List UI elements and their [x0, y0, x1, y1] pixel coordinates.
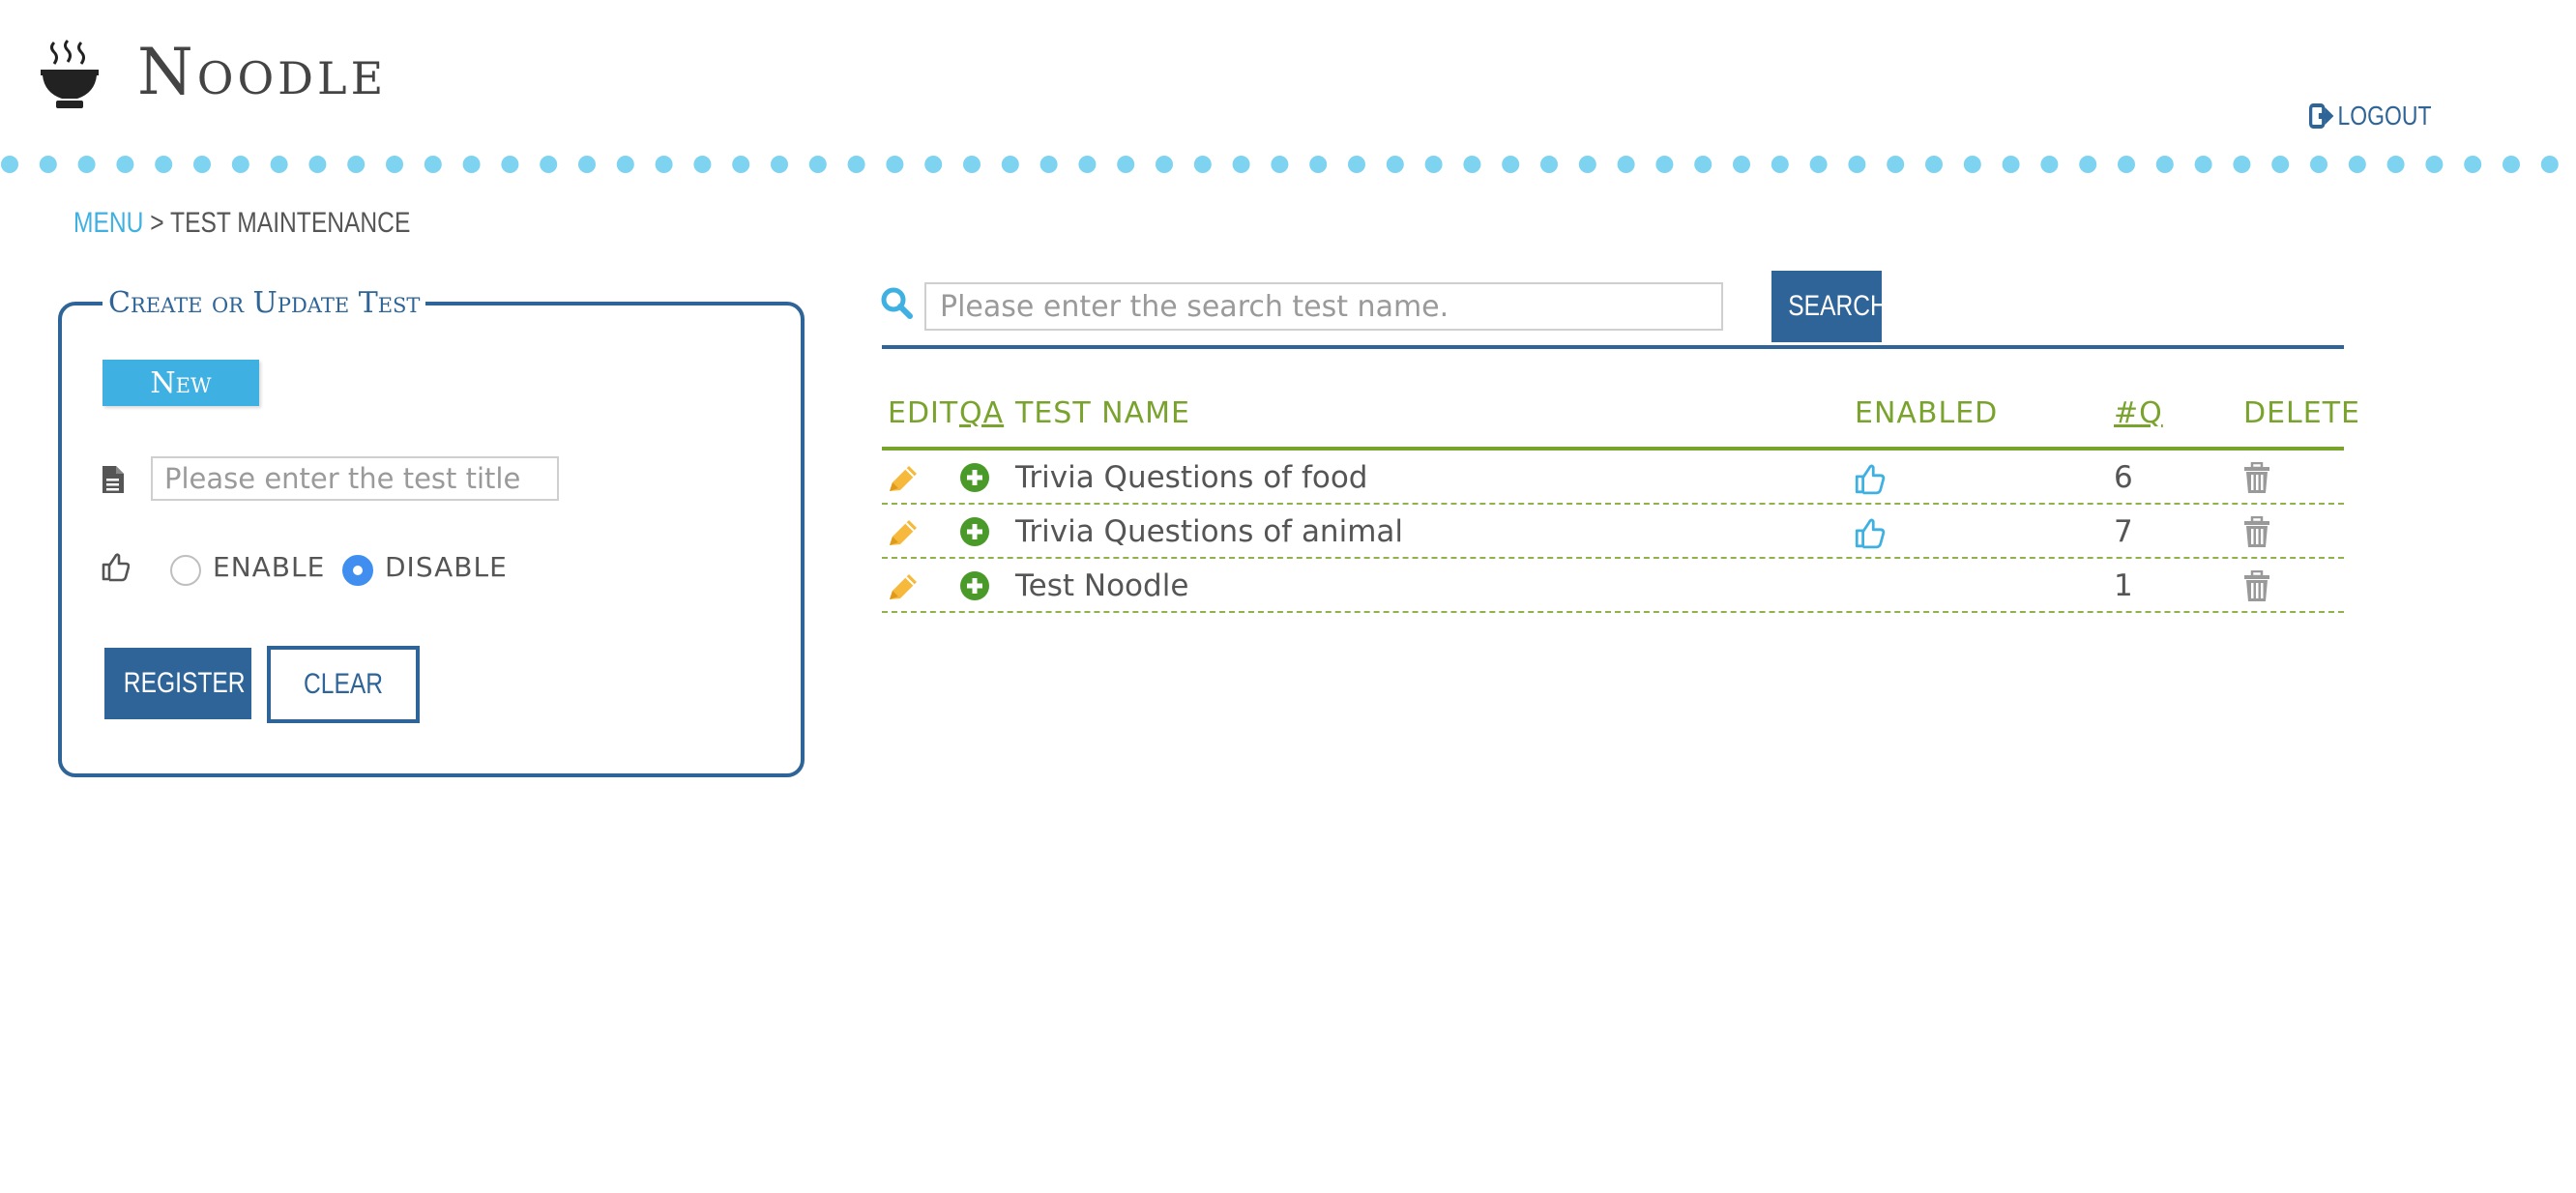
- breadcrumb-current: TEST MAINTENANCE: [170, 207, 411, 239]
- disable-label: DISABLE: [385, 551, 508, 583]
- register-button[interactable]: REGISTER: [104, 648, 251, 719]
- plus-circle-icon[interactable]: [959, 462, 990, 493]
- test-name-cell: Test Noodle: [1015, 568, 1189, 603]
- column-question-count: #Q: [2114, 396, 2163, 430]
- plus-circle-icon[interactable]: [959, 516, 990, 547]
- column-test-name: TEST NAME: [1015, 396, 1190, 430]
- column-qa: QA: [959, 396, 1005, 430]
- test-name-cell: Trivia Questions of animal: [1015, 514, 1404, 549]
- search-button-label: SEARCH: [1788, 290, 1888, 322]
- clear-label: CLEAR: [303, 668, 384, 700]
- column-delete: DELETE: [2243, 396, 2361, 430]
- pencil-icon[interactable]: [886, 516, 921, 549]
- trash-icon[interactable]: [2241, 570, 2272, 603]
- trash-icon[interactable]: [2241, 516, 2272, 549]
- register-label: REGISTER: [123, 667, 246, 699]
- noodle-bowl-icon: [41, 39, 99, 108]
- search-divider: [882, 345, 2344, 349]
- pencil-icon[interactable]: [886, 462, 921, 495]
- breadcrumb-menu-link[interactable]: MENU: [73, 207, 143, 239]
- logout-label: LOGOUT: [2337, 101, 2432, 131]
- breadcrumb-separator: >: [150, 207, 164, 239]
- document-icon: [102, 466, 124, 493]
- test-table: EDIT QA TEST NAME ENABLED #Q DELETE Triv…: [882, 389, 2359, 613]
- test-name-cell: Trivia Questions of food: [1015, 460, 1368, 495]
- app-title: Noodle: [137, 35, 388, 109]
- enable-label: ENABLE: [213, 551, 326, 583]
- question-count-cell: 7: [2114, 514, 2133, 549]
- search-icon: [881, 287, 913, 319]
- clear-button[interactable]: CLEAR: [267, 646, 420, 723]
- panel-legend: Create or Update Test: [102, 286, 426, 320]
- new-button[interactable]: New: [102, 360, 259, 406]
- dotted-divider: [1, 156, 2559, 173]
- logout-icon: [2309, 103, 2334, 129]
- pencil-icon[interactable]: [886, 570, 921, 603]
- test-title-input[interactable]: [151, 456, 559, 501]
- question-count-cell: 6: [2114, 460, 2133, 495]
- table-row: Trivia Questions of food 6: [882, 451, 2344, 505]
- question-count-cell: 1: [2114, 568, 2133, 603]
- column-edit: EDIT: [888, 396, 959, 430]
- create-update-panel: Create or Update Test New ENABLE DISABLE…: [58, 286, 805, 777]
- plus-circle-icon[interactable]: [959, 570, 990, 601]
- table-body: Trivia Questions of food 6 Trivia Questi…: [882, 451, 2344, 613]
- thumbs-up-icon: [1855, 518, 1886, 549]
- table-row: Trivia Questions of animal 7: [882, 505, 2344, 559]
- header: Noodle LOGOUT: [0, 0, 2576, 173]
- disable-radio[interactable]: [342, 555, 373, 586]
- logout-link[interactable]: LOGOUT: [2309, 101, 2431, 131]
- thumbs-up-icon: [102, 553, 130, 582]
- thumbs-up-icon: [1855, 464, 1886, 495]
- column-enabled: ENABLED: [1855, 396, 1999, 430]
- enable-radio[interactable]: [170, 555, 201, 586]
- table-header: EDIT QA TEST NAME ENABLED #Q DELETE: [882, 389, 2359, 451]
- search-input[interactable]: [924, 282, 1723, 331]
- trash-icon[interactable]: [2241, 462, 2272, 495]
- search-button[interactable]: SEARCH: [1771, 271, 1888, 342]
- breadcrumb: MENU > TEST MAINTENANCE: [73, 207, 410, 240]
- table-row: Test Noodle 1: [882, 559, 2344, 613]
